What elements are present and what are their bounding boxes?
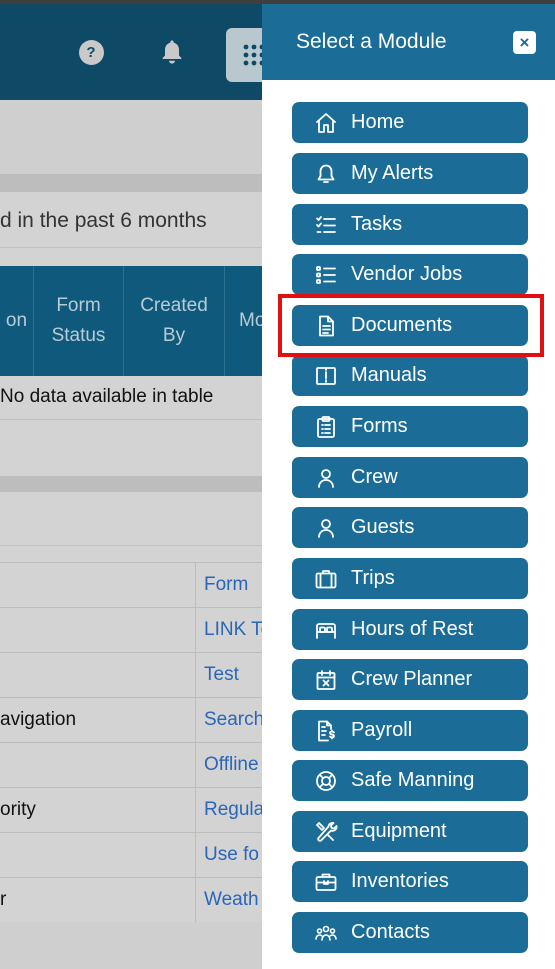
lifebuoy-icon bbox=[316, 771, 336, 791]
module-label: Crew Planner bbox=[351, 668, 473, 690]
spacer bbox=[0, 248, 262, 266]
module-label: Equipment bbox=[351, 820, 447, 842]
clipboard-icon bbox=[317, 416, 335, 438]
bell-icon-glyph bbox=[162, 40, 182, 64]
module-button-safe-manning[interactable]: Safe Manning bbox=[292, 760, 528, 801]
table-row: Test bbox=[0, 653, 262, 698]
person-icon bbox=[318, 519, 334, 538]
module-button-guests[interactable]: Guests bbox=[292, 507, 528, 548]
spacer bbox=[0, 420, 262, 476]
module-label: Hours of Rest bbox=[351, 618, 474, 640]
empty-table-message: No data available in table bbox=[0, 376, 262, 420]
section-divider bbox=[0, 476, 262, 492]
close-button[interactable]: × bbox=[513, 31, 536, 54]
table-row: Form bbox=[0, 563, 262, 608]
person-icon bbox=[318, 469, 334, 488]
table-cell: ority bbox=[0, 788, 196, 832]
table-link[interactable]: Offline bbox=[204, 743, 262, 787]
module-label: Manuals bbox=[351, 364, 427, 386]
module-label: Guests bbox=[351, 516, 415, 538]
table-cell: r bbox=[0, 878, 196, 922]
table-link[interactable]: Regula bbox=[204, 788, 262, 832]
table-row: ority Regula bbox=[0, 788, 262, 833]
table-row: Use fo bbox=[0, 833, 262, 878]
module-label: Inventories bbox=[351, 870, 449, 892]
highlight-box bbox=[278, 294, 544, 357]
page-footer-area bbox=[0, 922, 262, 969]
module-button-vendor-jobs[interactable]: Vendor Jobs bbox=[292, 254, 528, 295]
module-button-tasks[interactable]: Tasks bbox=[292, 204, 528, 245]
checklist-icon bbox=[316, 216, 336, 233]
module-label: Home bbox=[351, 111, 405, 133]
table-link[interactable]: Form bbox=[204, 563, 262, 607]
list-icon bbox=[316, 266, 336, 284]
help-icon-glyph: ? bbox=[78, 39, 104, 65]
module-button-home[interactable]: Home bbox=[292, 102, 528, 143]
people-group-icon bbox=[315, 925, 337, 941]
filter-caption: d in the past 6 months bbox=[0, 192, 262, 248]
module-button-manuals[interactable]: Manuals bbox=[292, 355, 528, 396]
module-button-contacts[interactable]: Contacts bbox=[292, 912, 528, 953]
book-icon bbox=[316, 367, 336, 385]
table-link[interactable]: Use fo bbox=[204, 833, 262, 877]
table-cell: avigation bbox=[0, 698, 196, 742]
table-cell bbox=[0, 653, 196, 697]
toolbox-icon bbox=[315, 873, 337, 891]
column-header-form-status[interactable]: Form Status bbox=[33, 266, 123, 376]
section-divider bbox=[0, 174, 262, 192]
module-label: My Alerts bbox=[351, 162, 434, 184]
table-row: avigation Search bbox=[0, 698, 262, 743]
module-button-forms[interactable]: Forms bbox=[292, 406, 528, 447]
spacer bbox=[0, 546, 262, 562]
module-label: Tasks bbox=[351, 213, 403, 235]
column-header[interactable]: Mo bbox=[224, 266, 265, 376]
table-link[interactable]: Search bbox=[204, 698, 262, 742]
module-label: Contacts bbox=[351, 921, 430, 943]
table-header: on Form Status Created By Mo bbox=[0, 266, 265, 376]
subheader-bar bbox=[0, 100, 262, 174]
column-header-created-by[interactable]: Created By bbox=[123, 266, 224, 376]
table-link[interactable]: LINK To bbox=[204, 608, 262, 652]
module-panel: Select a Module × Home My Alerts Tasks V… bbox=[262, 4, 555, 969]
table-cell bbox=[0, 833, 196, 877]
links-table: Form LINK To Test avigation Search Offli… bbox=[0, 562, 262, 923]
table-row: r Weath bbox=[0, 878, 262, 923]
table-cell bbox=[0, 608, 196, 652]
module-label: Crew bbox=[351, 466, 398, 488]
module-panel-title: Select a Module bbox=[296, 30, 447, 53]
invoice-dollar-icon bbox=[318, 720, 335, 742]
tools-icon bbox=[316, 821, 338, 842]
module-button-equipment[interactable]: Equipment bbox=[292, 811, 528, 852]
table-row: LINK To bbox=[0, 608, 262, 653]
module-button-hours-of-rest[interactable]: Hours of Rest bbox=[292, 609, 528, 650]
module-button-my-alerts[interactable]: My Alerts bbox=[292, 153, 528, 194]
module-button-payroll[interactable]: Payroll bbox=[292, 710, 528, 751]
module-button-crew-planner[interactable]: Crew Planner bbox=[292, 659, 528, 700]
module-label: Vendor Jobs bbox=[351, 263, 463, 285]
calendar-x-icon bbox=[316, 670, 336, 690]
module-panel-header: Select a Module × bbox=[262, 4, 555, 80]
bell-icon bbox=[317, 164, 335, 183]
table-cell bbox=[0, 743, 196, 787]
module-button-trips[interactable]: Trips bbox=[292, 558, 528, 599]
home-icon bbox=[316, 113, 336, 133]
table-cell bbox=[0, 563, 196, 607]
module-label: Safe Manning bbox=[351, 769, 475, 791]
column-header[interactable]: on bbox=[0, 266, 33, 376]
table-link[interactable]: Test bbox=[204, 653, 262, 697]
close-icon: × bbox=[519, 33, 530, 52]
table-link[interactable]: Weath bbox=[204, 878, 262, 922]
module-label: Trips bbox=[351, 567, 395, 589]
module-button-crew[interactable]: Crew bbox=[292, 457, 528, 498]
section-header bbox=[0, 492, 262, 546]
app-header: ? bbox=[0, 4, 270, 100]
bed-icon bbox=[316, 623, 336, 639]
question-circle-icon[interactable]: ? bbox=[73, 34, 109, 70]
module-label: Payroll bbox=[351, 719, 413, 741]
module-button-inventories[interactable]: Inventories bbox=[292, 861, 528, 902]
bell-icon[interactable] bbox=[154, 34, 190, 70]
suitcase-icon bbox=[315, 570, 337, 589]
module-label: Forms bbox=[351, 415, 408, 437]
table-row: Offline bbox=[0, 743, 262, 788]
